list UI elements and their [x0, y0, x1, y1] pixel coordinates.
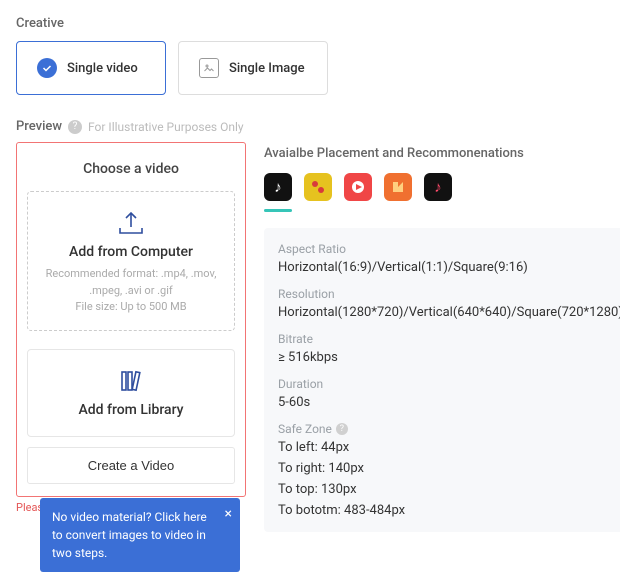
add-computer-sub: .mpeg, .avi or .gif — [38, 283, 224, 300]
check-circle-icon — [37, 58, 57, 78]
library-icon — [38, 368, 224, 394]
creative-type-row: Single video Single Image — [16, 41, 604, 95]
add-computer-sub: File size: Up to 500 MB — [38, 299, 224, 316]
close-icon[interactable]: × — [225, 504, 232, 525]
placement-specs: Aspect Ratio Horizontal(16:9)/Vertical(1… — [264, 228, 620, 532]
creative-label: Creative — [16, 16, 604, 31]
duration-label: Duration — [278, 377, 620, 391]
tiktok-alt-icon[interactable]: ♪ — [424, 173, 452, 201]
safe-zone-left: To left: 44px — [278, 440, 620, 455]
creative-option-single-image[interactable]: Single Image — [178, 41, 328, 95]
add-from-computer-card[interactable]: Add from Computer Recommended format: .m… — [27, 191, 235, 331]
aspect-ratio-value: Horizontal(16:9)/Vertical(1:1)/Square(9:… — [278, 260, 620, 275]
add-computer-sub: Recommended format: .mp4, .mov, — [38, 266, 224, 283]
resolution-value: Horizontal(1280*720)/Vertical(640*640)/S… — [278, 305, 620, 320]
vigo-icon[interactable] — [344, 173, 372, 201]
creative-option-label: Single Image — [229, 61, 305, 76]
helo-icon[interactable] — [384, 173, 412, 201]
help-icon[interactable]: ? — [336, 423, 348, 435]
placement-title: Avaialbe Placement and Recommonenations — [264, 146, 620, 161]
convert-images-tooltip[interactable]: No video material? Click here to convert… — [40, 498, 240, 572]
resolution-label: Resolution — [278, 287, 620, 301]
tooltip-text: No video material? Click here to convert… — [52, 510, 207, 560]
create-video-button[interactable]: Create a Video — [27, 447, 235, 484]
placement-selected-underline — [264, 209, 292, 212]
image-icon — [199, 58, 219, 78]
safe-zone-top: To top: 130px — [278, 482, 620, 497]
creative-option-label: Single video — [67, 61, 138, 76]
add-from-library-card[interactable]: Add from Library — [27, 349, 235, 437]
creative-option-single-video[interactable]: Single video — [16, 41, 166, 95]
placement-panel: Avaialbe Placement and Recommonenations … — [264, 142, 620, 532]
add-library-title: Add from Library — [38, 402, 224, 418]
preview-hint: For Illustrative Purposes Only — [88, 120, 244, 134]
add-computer-title: Add from Computer — [38, 244, 224, 260]
safe-zone-bottom: To bototm: 483-484px — [278, 503, 620, 518]
preview-panel: Choose a video Add from Computer Recomme… — [16, 142, 246, 497]
preview-header: Preview ? For Illustrative Purposes Only — [16, 119, 604, 134]
safe-zone-label: Safe Zone ? — [278, 422, 620, 436]
help-icon[interactable]: ? — [68, 120, 82, 134]
duration-value: 5-60s — [278, 395, 620, 410]
bitrate-value: ≥ 516kbps — [278, 350, 620, 365]
choose-video-title: Choose a video — [27, 161, 235, 177]
aspect-ratio-label: Aspect Ratio — [278, 242, 620, 256]
buzzvideo-icon[interactable] — [304, 173, 332, 201]
preview-label: Preview — [16, 119, 62, 134]
tiktok-icon[interactable]: ♪ — [264, 173, 292, 201]
placement-icon-row: ♪ ♪ — [264, 173, 620, 201]
safe-zone-right: To right: 140px — [278, 461, 620, 476]
upload-icon — [38, 210, 224, 236]
bitrate-label: Bitrate — [278, 332, 620, 346]
